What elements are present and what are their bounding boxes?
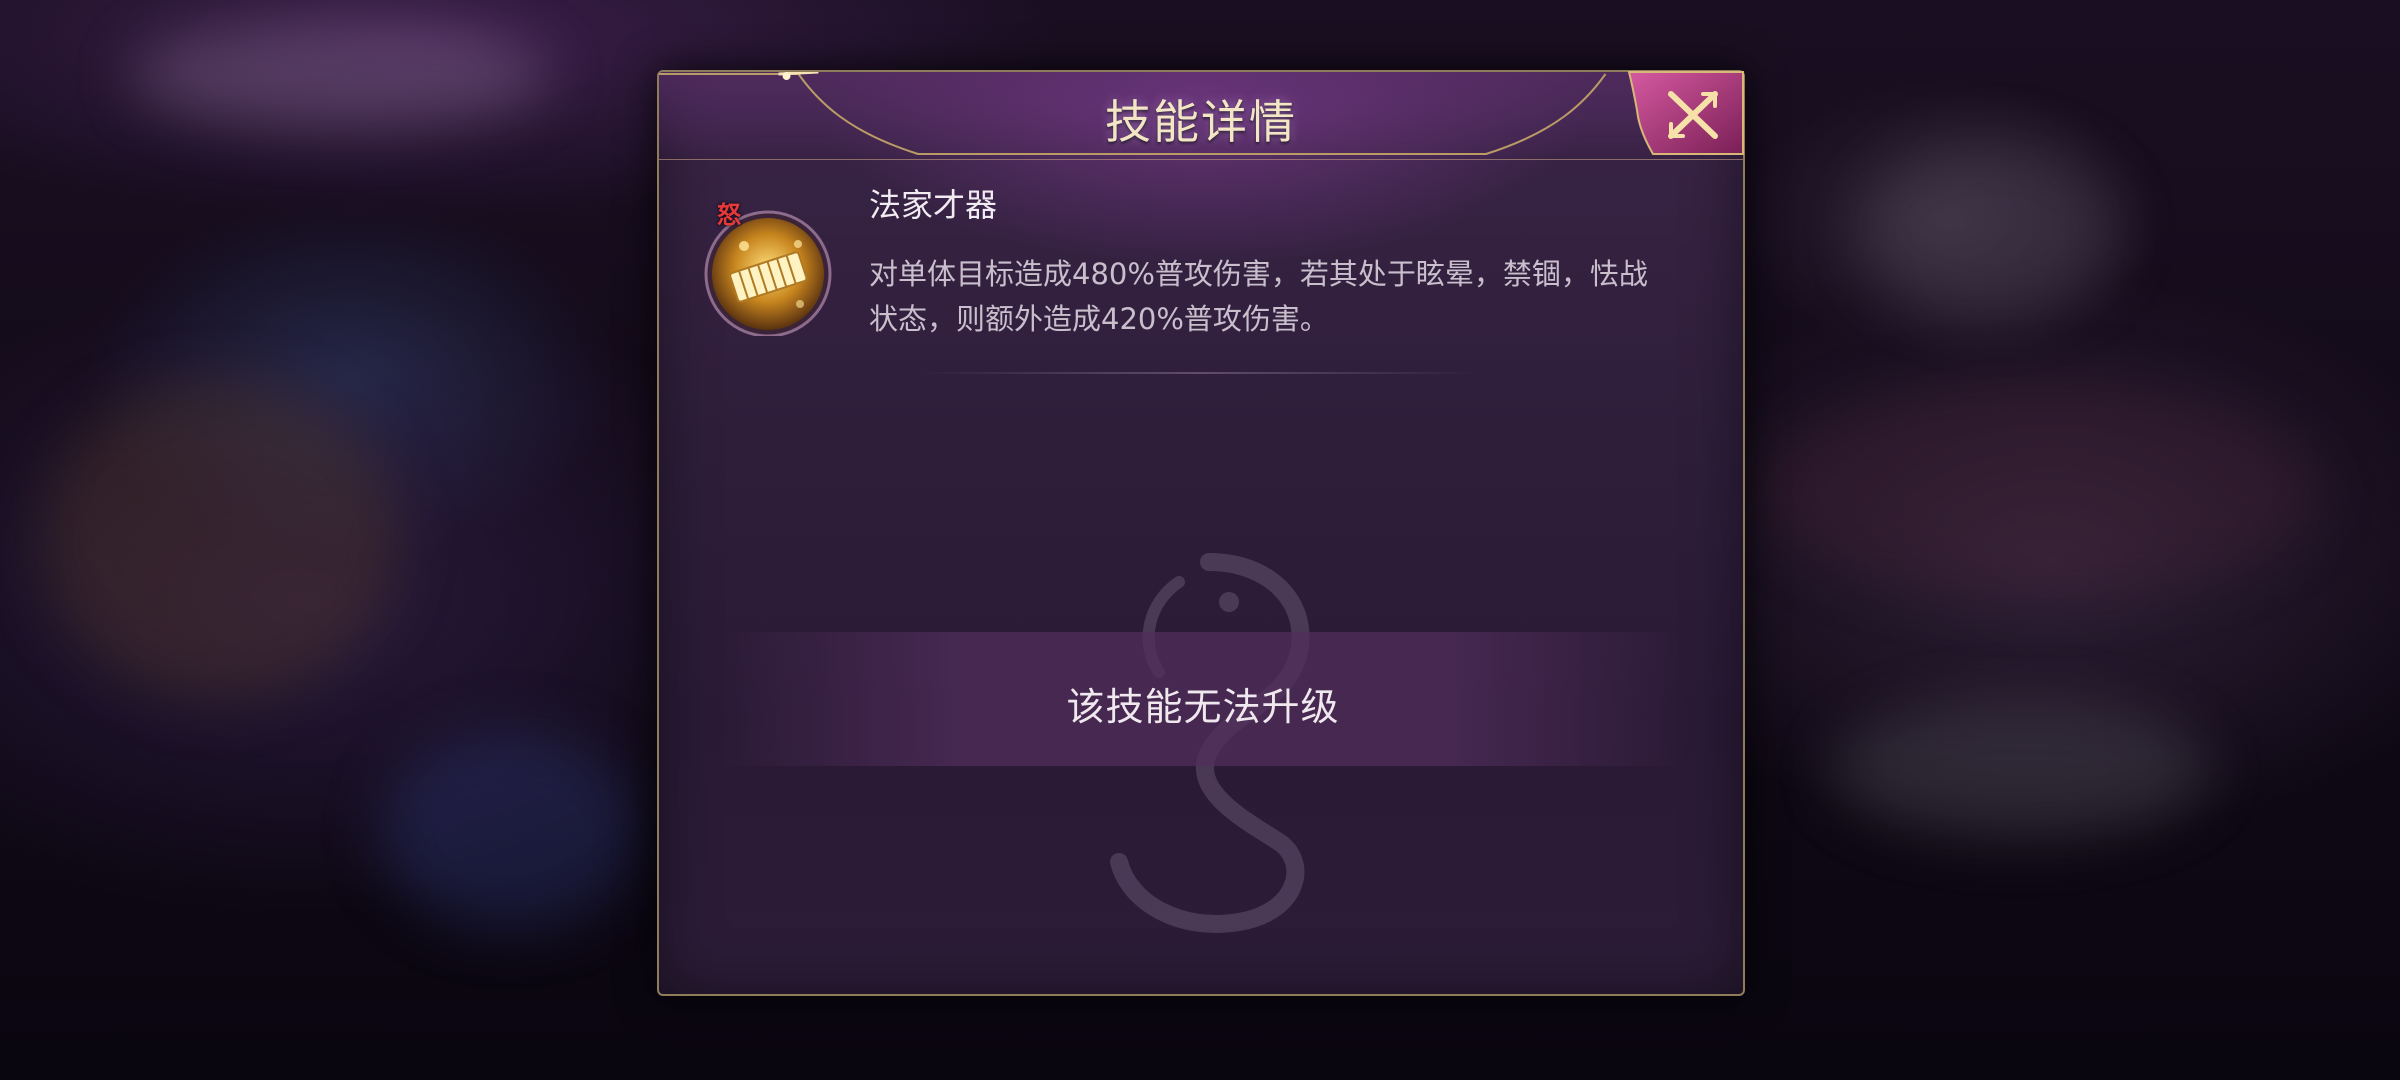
dialog-header: 技能详情	[659, 72, 1743, 160]
skill-description: 对单体目标造成480%普攻伤害，若其处于眩晕，禁锢，怯战状态，则额外造成420%…	[869, 257, 1648, 336]
close-button[interactable]	[1619, 70, 1745, 156]
game-screen: 技能详情 怒 法家才器 对单体目标造成480%普攻伤害，若其处于眩晕，禁锢，怯战…	[0, 0, 2400, 1080]
skill-detail-dialog: 技能详情 怒 法家才器 对单体目标造成480%普攻伤害，若其处于眩晕，禁锢，怯战…	[657, 70, 1745, 996]
rage-badge: 怒	[717, 201, 741, 229]
blurred-background	[130, 20, 550, 130]
status-band: 该技能无法升级	[719, 632, 1687, 766]
blurred-background	[1860, 140, 2120, 320]
blurred-background	[1760, 380, 2320, 600]
close-x-icon	[1627, 71, 1744, 155]
blurred-background	[40, 380, 400, 700]
blurred-background	[1830, 700, 2210, 840]
divider	[919, 372, 1479, 374]
blurred-background	[380, 730, 640, 930]
skill-name: 法家才器	[869, 186, 998, 224]
upgrade-status-text: 该技能无法升级	[1066, 685, 1340, 729]
skill-icon: 怒	[702, 201, 834, 338]
dialog-title: 技能详情	[1105, 95, 1297, 149]
